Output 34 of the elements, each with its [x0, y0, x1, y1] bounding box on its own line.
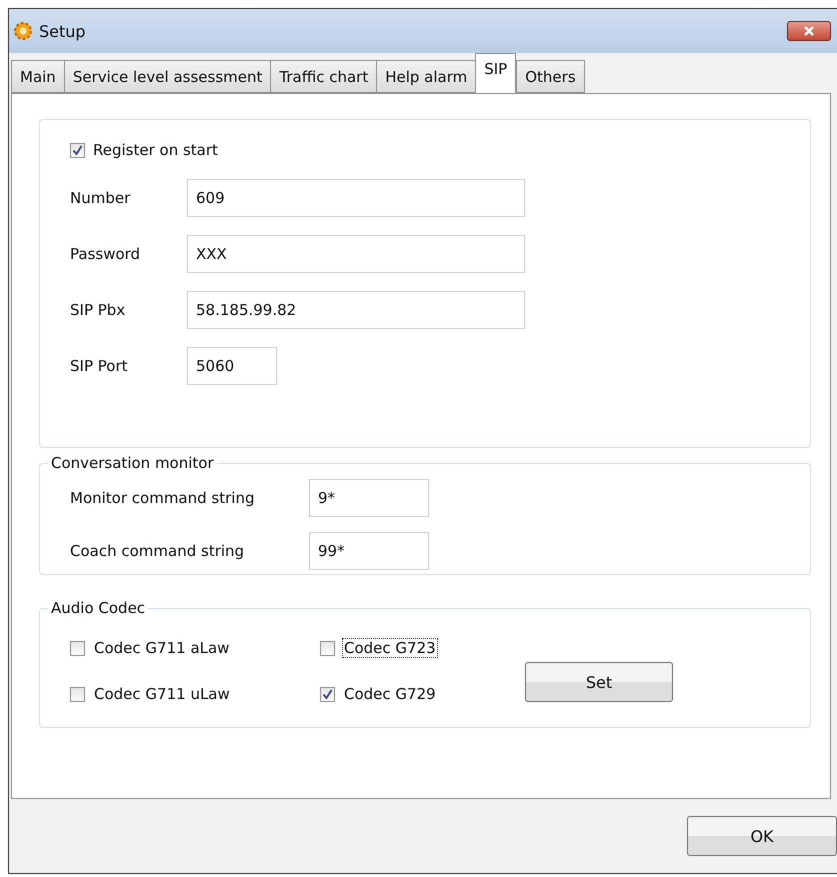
checkbox[interactable] [320, 640, 335, 656]
close-icon [803, 26, 815, 36]
checkbox[interactable] [70, 640, 85, 656]
checkbox[interactable] [320, 686, 335, 702]
tab[interactable]: Service level assessment [64, 60, 272, 93]
close-button[interactable] [787, 21, 831, 41]
field-label: Coach command string [70, 542, 246, 560]
checkbox[interactable] [70, 142, 85, 158]
checkbox-label: Codec G729 [343, 685, 437, 703]
tab[interactable]: Help alarm [376, 60, 476, 93]
input-field[interactable]: 58.185.99.82 [187, 291, 525, 329]
tab[interactable]: Main [11, 60, 65, 93]
field-label: SIP Port [70, 357, 128, 375]
input-field[interactable]: 99* [309, 532, 429, 570]
checkbox-label: Codec G723 [343, 639, 437, 657]
tab[interactable]: Others [516, 60, 585, 93]
gear-icon [13, 21, 33, 41]
field-label: SIP Pbx [70, 301, 126, 319]
ok-button[interactable]: OK [687, 816, 837, 856]
checkbox-label: Codec G711 aLaw [93, 639, 230, 657]
field-label: Number [70, 189, 132, 207]
tab[interactable]: Traffic chart [270, 60, 378, 93]
window-title: Setup [39, 22, 87, 40]
input-field[interactable]: 609 [187, 179, 525, 217]
checkbox-label: Codec G711 uLaw [93, 685, 231, 703]
input-field[interactable]: 5060 [187, 347, 277, 385]
field-label: Monitor command string [70, 488, 256, 506]
checkbox[interactable] [70, 686, 85, 702]
checkbox-label: Register on start [93, 141, 218, 159]
input-field[interactable]: 9* [309, 478, 429, 516]
set-button[interactable]: Set [525, 662, 673, 702]
field-label: Password [70, 245, 142, 263]
input-field[interactable]: XXX [187, 235, 525, 273]
tab[interactable]: SIP [475, 53, 516, 93]
